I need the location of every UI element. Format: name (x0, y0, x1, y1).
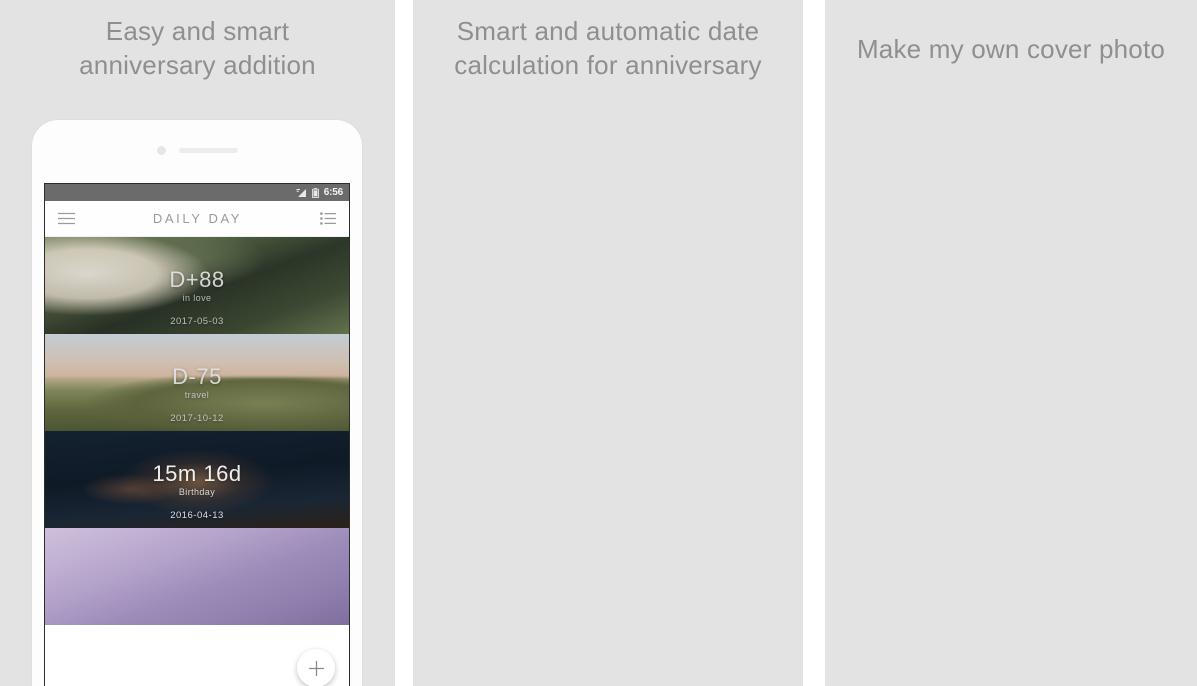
panel-2-headline: Smart and automatic date calculation for… (413, 14, 803, 83)
phone-1-screen: 6:56 DAILY DAY D+88 in love 2017-05-03 D… (44, 183, 350, 686)
anniversary-card-1-dday: D+88 (169, 266, 225, 292)
panel-1-headline-line-2: anniversary addition (79, 50, 316, 81)
status-bar-time-1: 6:56 (323, 186, 343, 198)
anniversary-card-2-date: 2017-10-12 (170, 413, 224, 424)
panel-2-headline-line-1: Smart and automatic date (456, 16, 760, 46)
anniversary-card-1-overlay: D+88 in love (45, 237, 349, 334)
signal-icon (296, 188, 306, 197)
promo-panel-1: Easy and smart anniversary addition 6:56… (0, 0, 395, 686)
panel-separator-1 (395, 0, 413, 686)
panel-3-headline: Make my own cover photo (825, 32, 1197, 66)
panel-2-headline-line-2: calculation for anniversary (454, 50, 762, 81)
panel-1-headline: Easy and smart anniversary addition (0, 14, 395, 83)
panel-separator-2 (803, 0, 825, 686)
battery-icon (311, 187, 319, 198)
phone-mockup-1: 6:56 DAILY DAY D+88 in love 2017-05-03 D… (32, 120, 362, 686)
anniversary-card-3-dday: 15m 16d (152, 460, 242, 486)
front-camera-icon (156, 146, 166, 155)
anniversary-card-3-label: Birthday (178, 487, 216, 498)
anniversary-card-2[interactable]: D-75 travel 2017-10-12 (45, 334, 349, 431)
anniversary-card-1[interactable]: D+88 in love 2017-05-03 (45, 237, 349, 334)
status-bar-1: 6:56 (45, 184, 349, 201)
hamburger-menu-icon[interactable] (58, 212, 75, 225)
anniversary-card-3-date: 2016-04-13 (170, 510, 224, 521)
anniversary-card-2-overlay: D-75 travel (45, 334, 349, 431)
anniversary-card-2-label: travel (184, 390, 210, 401)
panel-1-headline-line-1: Easy and smart (105, 16, 290, 46)
anniversary-card-1-label: in love (182, 293, 212, 304)
plus-icon (308, 660, 324, 676)
list-view-icon[interactable] (320, 212, 336, 225)
promo-panel-3: Make my own cover photo (825, 0, 1197, 686)
add-anniversary-button[interactable] (297, 649, 335, 686)
anniversary-card-2-dday: D-75 (172, 363, 222, 389)
app-title: DAILY DAY (152, 211, 243, 226)
promo-screenshot-set: Easy and smart anniversary addition 6:56… (0, 0, 1197, 686)
anniversary-card-4[interactable] (45, 528, 349, 625)
earpiece-speaker (178, 148, 238, 153)
phone-1-top-bezel (32, 146, 362, 155)
panel-3-headline-line-1: Make my own cover photo (856, 34, 1166, 64)
promo-panel-2: Smart and automatic date calculation for… (413, 0, 803, 686)
anniversary-card-1-date: 2017-05-03 (170, 316, 224, 327)
anniversary-card-list: D+88 in love 2017-05-03 D-75 travel 2017… (45, 237, 349, 686)
app-bar: DAILY DAY (45, 201, 349, 237)
anniversary-card-3[interactable]: 15m 16d Birthday 2016-04-13 (45, 431, 349, 528)
